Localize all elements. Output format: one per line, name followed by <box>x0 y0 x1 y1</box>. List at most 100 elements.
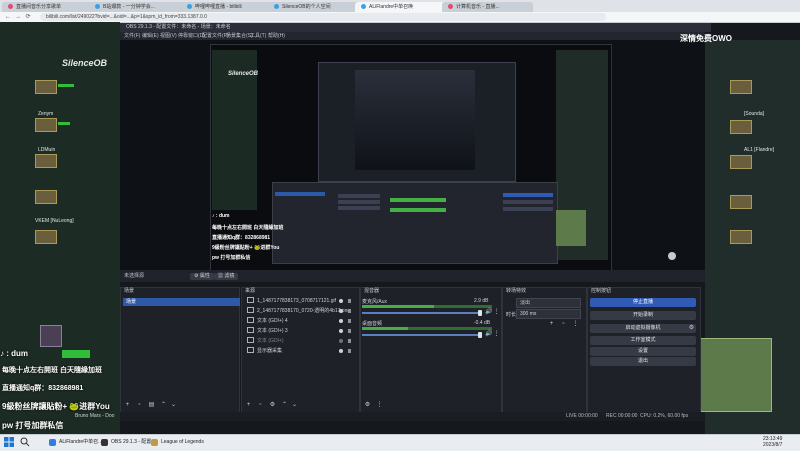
source-label: 1_1487177838173_0708717121.gif <box>257 298 336 304</box>
remove-scene-icon[interactable]: ▫ <box>136 402 143 409</box>
speaker-icon[interactable]: 🔊 <box>485 309 492 316</box>
menu-view[interactable]: 视图(V) <box>160 32 177 40</box>
nested-control-button <box>503 200 553 204</box>
mixer-menu-icon[interactable]: ⋮ <box>493 309 500 316</box>
add-source-icon[interactable]: + <box>245 402 252 409</box>
remove-source-icon[interactable]: ▫ <box>257 402 264 409</box>
nested-control-button <box>503 207 553 211</box>
mixer-menu-icon[interactable]: ⋮ <box>376 402 383 409</box>
lock-icon[interactable] <box>348 309 351 313</box>
visibility-eye-icon[interactable] <box>339 349 343 353</box>
virtual-camera-settings-icon[interactable]: ⚙ <box>688 325 695 332</box>
menu-help[interactable]: 帮助(H) <box>268 32 285 40</box>
duration-input[interactable]: 300 ms <box>516 309 581 319</box>
taskbar-date[interactable]: 2023/8/7 <box>763 442 782 448</box>
move-down-icon[interactable]: ⌄ <box>170 402 177 409</box>
visibility-eye-icon[interactable] <box>339 329 343 333</box>
browser-icon <box>49 439 56 446</box>
source-settings-icon[interactable]: ⚙ <box>269 402 276 409</box>
obs-title-bar: OBS 29.1.3 - 配置文件：未命名 - 场景：未命名 <box>120 23 711 32</box>
rec-status: REC 00:00:00 <box>606 413 638 419</box>
controls-title: 控制按钮 <box>591 288 612 294</box>
lock-icon[interactable] <box>348 299 351 303</box>
move-up-icon[interactable]: ⌃ <box>281 402 288 409</box>
tab-favicon-icon <box>448 4 453 9</box>
browser-tab-active[interactable]: ALiFlandre中单召唤 <box>355 2 446 12</box>
mixer-channel-name: 麦克风/Aux <box>362 299 388 305</box>
mixer-volume-slider[interactable] <box>362 334 482 336</box>
stop-streaming-button[interactable]: 停止直播 <box>590 298 696 307</box>
monitor-icon <box>247 347 254 353</box>
visibility-eye-icon[interactable] <box>339 319 343 323</box>
menu-scene-collection[interactable]: 场景集合(S) <box>226 32 253 40</box>
browser-tab[interactable]: SilenceOB的个人空间 <box>268 2 359 12</box>
start-recording-button[interactable]: 开始录制 <box>590 311 696 320</box>
forward-icon[interactable]: → <box>14 13 22 21</box>
lock-icon[interactable] <box>348 319 351 323</box>
mixer-volume-slider[interactable] <box>362 312 482 314</box>
transitions-title: 转场特效 <box>506 288 527 294</box>
menu-file[interactable]: 文件(F) <box>124 32 140 40</box>
taskbar-item[interactable]: League of Legends <box>150 436 221 448</box>
browser-tab[interactable]: B站爆款 - 一分钟学会... <box>89 2 185 12</box>
filters-button[interactable]: ▦ 滤镜 <box>214 273 239 280</box>
tab-favicon-icon <box>95 4 100 9</box>
mixer-meter-level <box>362 305 434 308</box>
mixer-menu-icon[interactable]: ⋮ <box>493 331 500 338</box>
speaker-icon[interactable]: 🔊 <box>485 331 492 338</box>
settings-button[interactable]: 设置 <box>590 347 696 356</box>
nested-source-item <box>338 194 380 198</box>
properties-button[interactable]: ⚙ 属性 <box>190 273 214 280</box>
visibility-eye-icon[interactable] <box>339 339 343 343</box>
transition-type-select[interactable]: 淡出 <box>516 298 581 308</box>
mixer-settings-icon[interactable]: ⚙ <box>364 402 371 409</box>
tab-label: B站爆款 - 一分钟学会... <box>103 4 155 10</box>
lock-icon[interactable] <box>348 339 351 343</box>
taskbar-item-label: League of Legends <box>161 439 204 445</box>
lock-icon[interactable] <box>348 349 351 353</box>
browser-tab[interactable]: 直播间音乐分享歌单 <box>2 2 93 12</box>
url-input[interactable]: bilibili.com/list/249022?bvid=...&oid=..… <box>40 13 606 21</box>
windows-start-icon[interactable] <box>4 437 14 447</box>
menu-edit[interactable]: 编辑(E) <box>142 32 159 40</box>
scene-filter-icon[interactable]: ▤ <box>148 402 155 409</box>
nested-scene-item <box>275 192 325 196</box>
search-icon[interactable] <box>20 437 30 447</box>
visibility-eye-icon[interactable] <box>339 299 343 303</box>
champion-portrait <box>730 195 752 209</box>
browser-tab[interactable]: 哔哩哔哩直播 - bilibili <box>181 2 272 12</box>
source-label: 文本 (GDI+) 3 <box>257 328 288 334</box>
nested-source-item <box>338 206 380 210</box>
lock-icon[interactable] <box>348 329 351 333</box>
mixer-volume-knob[interactable] <box>478 310 482 316</box>
transition-menu-icon[interactable]: ⋮ <box>572 321 579 328</box>
menu-tools[interactable]: 工具(T) <box>250 32 266 40</box>
source-label: 文本 (GDI+) 4 <box>257 318 288 324</box>
reload-icon[interactable]: ⟳ <box>24 13 32 21</box>
mixer-volume-knob[interactable] <box>478 332 482 338</box>
add-transition-icon[interactable]: + <box>548 321 555 328</box>
studio-mode-button[interactable]: 工作室模式 <box>590 336 696 345</box>
menu-profile[interactable]: 配置文件(P) <box>202 32 229 40</box>
remove-transition-icon[interactable]: ▫ <box>560 321 567 328</box>
move-up-icon[interactable]: ⌃ <box>160 402 167 409</box>
obs-menu-bar: 文件(F) 编辑(E) 视图(V) 停靠窗口(D) 配置文件(P) 场景集合(S… <box>120 32 705 40</box>
browser-tab[interactable]: 计算机音乐 - 直播... <box>442 2 533 12</box>
champion-portrait <box>730 230 752 244</box>
tab-favicon-icon <box>274 4 279 9</box>
scene-item[interactable]: 场景 <box>123 298 240 306</box>
back-icon[interactable]: ← <box>4 13 12 21</box>
exit-button[interactable]: 退出 <box>590 357 696 366</box>
visibility-eye-icon[interactable] <box>339 309 343 313</box>
add-scene-icon[interactable]: + <box>124 402 131 409</box>
menu-docks[interactable]: 停靠窗口(D) <box>178 32 205 40</box>
mixer-channel-name: 桌面音频 <box>362 321 383 327</box>
player-name: AL1 [Flandre] <box>744 147 775 153</box>
start-virtual-camera-button[interactable]: 启动虚拟摄像机 <box>590 324 696 333</box>
player-name: Zenym <box>38 111 54 117</box>
player-name: VKEM [NuLeong] <box>35 218 74 224</box>
text-icon <box>247 317 254 323</box>
move-down-icon[interactable]: ⌄ <box>291 402 298 409</box>
now-playing-song: Bruno Mars - Doo <box>75 413 115 419</box>
nested-capture-image <box>355 70 475 170</box>
